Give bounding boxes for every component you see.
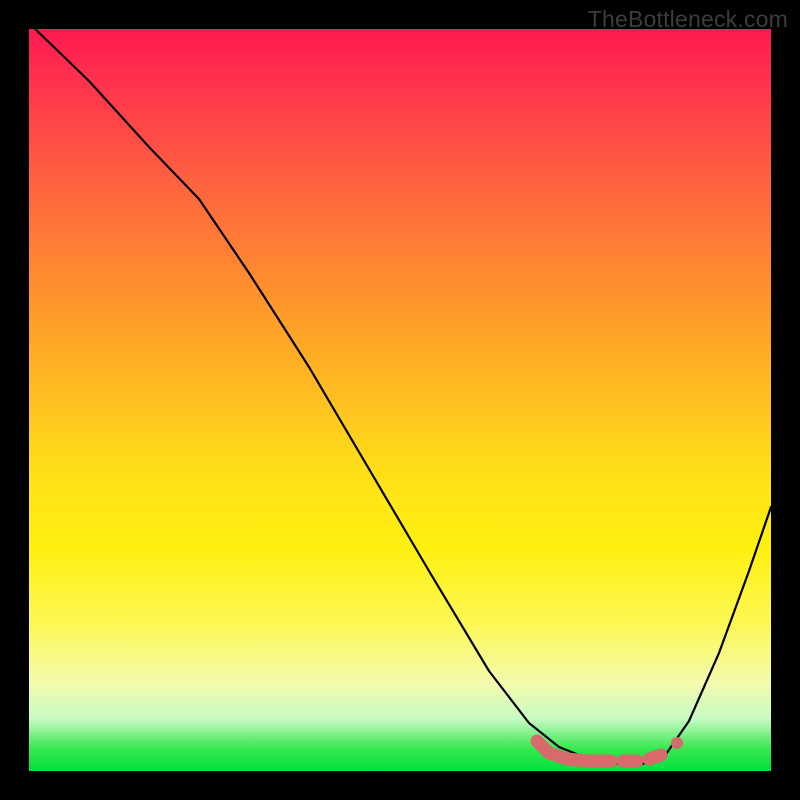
highlight-dot <box>671 737 683 749</box>
highlight-dash-2 <box>649 755 661 759</box>
highlight-L <box>537 741 611 761</box>
bottleneck-curve <box>29 23 771 765</box>
highlight-markers <box>537 737 683 761</box>
chart-plot <box>29 29 771 771</box>
